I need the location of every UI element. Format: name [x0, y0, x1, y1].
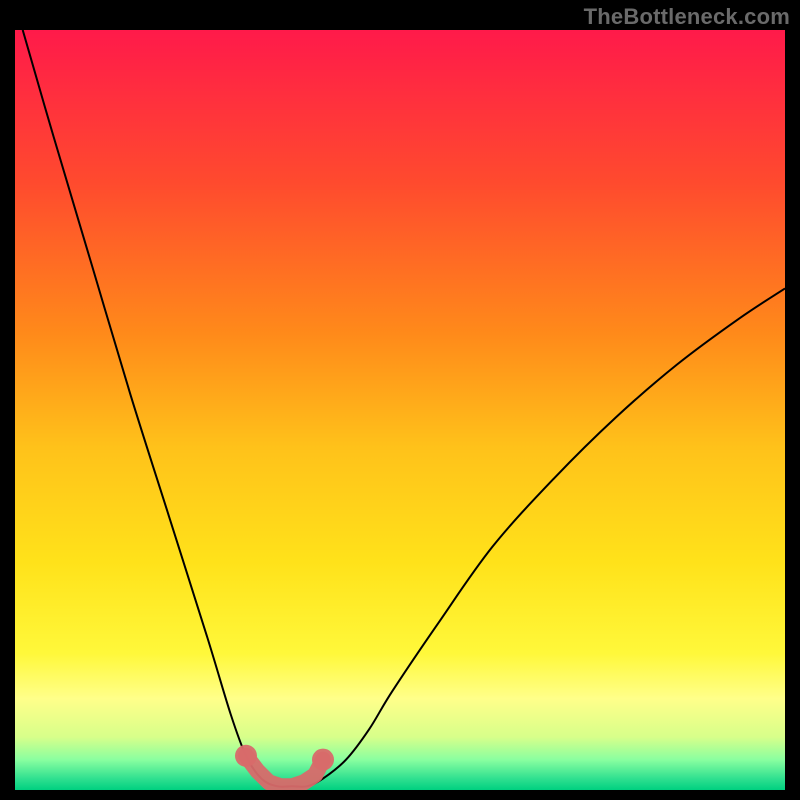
bottleneck-chart: [15, 30, 785, 790]
watermark-text: TheBottleneck.com: [584, 4, 790, 30]
plot-area: [15, 30, 785, 790]
gradient-background: [15, 30, 785, 790]
app-frame: TheBottleneck.com: [0, 0, 800, 800]
